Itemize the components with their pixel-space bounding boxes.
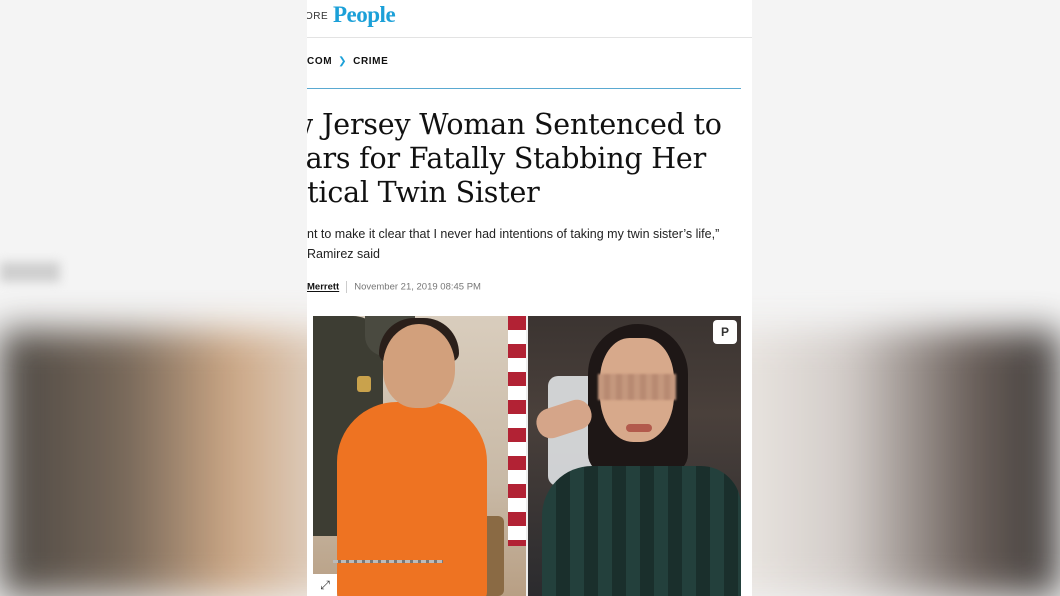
people-logo[interactable]: People	[333, 2, 396, 28]
plaid-shirt	[542, 466, 741, 596]
defendant-face	[383, 324, 455, 408]
sister-photo: P	[528, 316, 741, 596]
article-deck: nt to make it clear that I never had int…	[307, 227, 720, 261]
pinterest-icon[interactable]: P	[713, 320, 737, 344]
publish-timestamp: November 21, 2019 08:45 PM	[354, 281, 481, 293]
orange-jumpsuit	[337, 402, 487, 596]
chevron-right-icon: ❯	[338, 56, 348, 67]
courtroom-photo	[313, 316, 526, 596]
author-link[interactable]: Merrett	[307, 282, 339, 293]
background-blur-block	[0, 262, 60, 282]
article-photo[interactable]: P ⤢	[313, 316, 741, 596]
badge-icon	[357, 376, 371, 392]
sister-lips	[626, 424, 652, 432]
site-header: ORE People	[307, 0, 752, 38]
byline: Merrett November 21, 2019 08:45 PM	[307, 281, 481, 293]
article-page: ORE People COM ❯ CRIME w Jersey Woman Sent…	[307, 0, 752, 596]
more-menu-button[interactable]: ORE	[307, 11, 328, 22]
expand-icon[interactable]: ⤢	[313, 574, 337, 596]
breadcrumb-home-link[interactable]: COM	[307, 56, 332, 67]
breadcrumb-divider	[307, 88, 741, 89]
pixelated-eyes	[598, 374, 676, 400]
handcuff-chain	[333, 560, 443, 563]
american-flag	[508, 316, 526, 546]
breadcrumb: COM ❯ CRIME	[307, 56, 388, 67]
breadcrumb-crime-link[interactable]: CRIME	[353, 56, 388, 67]
byline-divider	[346, 281, 348, 293]
article-headline: w Jersey Woman Sentenced to ears for Fat…	[307, 108, 722, 209]
